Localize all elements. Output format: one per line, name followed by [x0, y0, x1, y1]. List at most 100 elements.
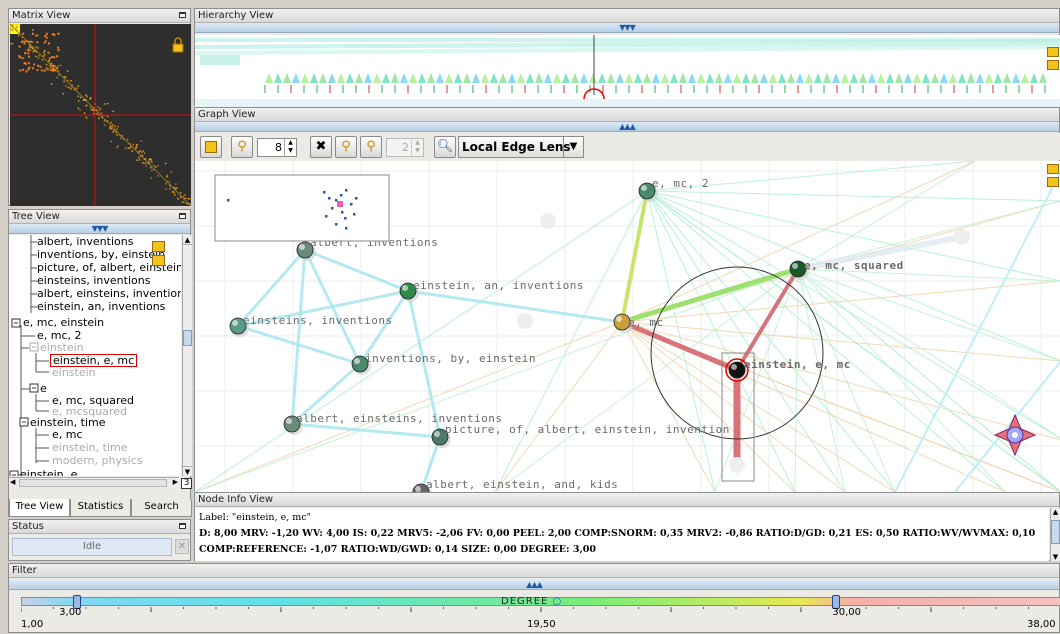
list-icon[interactable] [1047, 164, 1059, 174]
tree-vertical-scrollbar[interactable]: ▲ ▼ [182, 235, 192, 476]
hscroll-thumb[interactable] [19, 479, 167, 487]
scroll-thumb[interactable] [183, 330, 192, 346]
collapse-toggle[interactable]: ▼▼▼ [9, 224, 190, 234]
graph-view-title: Graph View [195, 108, 1059, 122]
scroll-down-icon[interactable]: ▼ [1051, 553, 1060, 561]
hierarchy-svg [195, 35, 1060, 107]
collapse-toggle[interactable]: ▲▲▲ [195, 122, 1059, 132]
matrix-canvas[interactable] [10, 24, 191, 206]
hierarchy-branches [200, 55, 1047, 93]
maximize-icon[interactable] [179, 523, 186, 529]
minimap-node [341, 211, 344, 214]
spinner-arrows-icon[interactable]: ▲▼ [411, 139, 423, 156]
scroll-up-icon[interactable]: ▲ [1051, 508, 1060, 516]
search-icon: 🔍︎ [435, 137, 455, 157]
list-button[interactable] [200, 136, 222, 158]
tab-search[interactable]: Search [131, 499, 192, 517]
tree-item[interactable]: einstein, an, inventions [37, 300, 165, 313]
lock-icon[interactable] [1047, 177, 1059, 187]
filter-slider[interactable]: DEGREE ○ 3,00 30,00 1,00 19,50 38,00 [21, 595, 1060, 634]
pin-alt-button[interactable]: ⚲ [360, 136, 382, 158]
hops-value[interactable]: 2 [402, 141, 409, 154]
tree-item[interactable]: einsteins, inventions [37, 274, 150, 287]
layout-button[interactable]: ✖ [310, 136, 332, 158]
tree-item[interactable]: einstein [52, 366, 96, 379]
tree-item[interactable]: e, mc [52, 428, 83, 441]
tree-item[interactable]: modern, physics [52, 454, 143, 467]
collapse-toggle[interactable]: ▼▼▼ [195, 23, 1059, 33]
close-icon[interactable]: ✕ [175, 539, 189, 554]
graph-node-highlight [286, 418, 292, 424]
zoom-magnify-button[interactable]: ⚲ [231, 136, 253, 158]
hops-spinner[interactable]: 2 ▲▼ [386, 138, 424, 157]
graph-node[interactable] [729, 362, 745, 378]
graph-overlay-icons[interactable] [1047, 164, 1059, 187]
scroll-right-icon[interactable]: ▶ [173, 478, 178, 486]
graph-node-label[interactable]: inventions, by, einstein [365, 352, 536, 365]
tab-statistics[interactable]: Statistics [70, 499, 131, 517]
tree-item[interactable]: inventions, by, einstein [37, 248, 165, 261]
graph-node-ghost[interactable] [540, 213, 556, 229]
depth-value[interactable]: 8 [275, 141, 282, 154]
lens-button[interactable]: 🔍︎ [434, 136, 456, 158]
tree-item[interactable]: einstein, time [52, 441, 127, 454]
hierarchy-canvas[interactable] [195, 35, 1060, 107]
minimap[interactable] [215, 175, 389, 241]
graph-node-label[interactable]: e, mc [628, 316, 664, 329]
tree-view-title: Tree View [9, 210, 190, 224]
scroll-down-icon[interactable]: ▼ [183, 466, 192, 476]
graph-canvas[interactable]: e, mc, 2albert, inventionseinstein, an, … [195, 161, 1060, 492]
tab-tree-view[interactable]: Tree View [9, 499, 70, 517]
node-info-scrollbar[interactable]: ▲ ▼ [1050, 508, 1060, 561]
scroll-thumb[interactable] [1051, 520, 1060, 544]
graph-node-highlight [354, 358, 360, 364]
tree-horizontal-scrollbar[interactable]: ◀ ▶ [9, 477, 179, 488]
graph-node-ghost[interactable] [954, 229, 970, 245]
list-icon[interactable] [152, 241, 165, 252]
tree-item[interactable]: e, mc, einstein [23, 316, 104, 329]
graph-node-label[interactable]: albert, einstein, and, kids [426, 478, 618, 491]
hierarchy-view-panel: Hierarchy View ▼▼▼ [194, 8, 1060, 106]
filter-title: Filter [9, 564, 1059, 578]
tree-item[interactable]: albert, einsteins, inventions [37, 287, 181, 300]
magnify-icon: ⚲ [232, 137, 252, 157]
depth-spinner[interactable]: 8 ▲▼ [257, 138, 297, 157]
scroll-up-icon[interactable]: ▲ [183, 235, 192, 245]
spinner-arrows-icon[interactable]: ▲▼ [284, 139, 296, 156]
lens-select[interactable]: Local Edge Lens ▼ [458, 136, 584, 158]
lock-icon[interactable] [152, 255, 165, 266]
filter-ticks [21, 607, 1060, 617]
list-icon[interactable] [1047, 47, 1059, 57]
graph-node-label[interactable]: picture, of, albert, einstein, invention [445, 423, 730, 436]
hierarchy-overlay-icons[interactable] [1047, 47, 1059, 70]
tree-page-count[interactable]: 3 [181, 478, 192, 489]
graph-node-ghost[interactable] [729, 457, 745, 473]
scroll-left-icon[interactable]: ◀ [10, 478, 15, 486]
graph-node-label[interactable]: einstein, e, mc [744, 358, 851, 371]
minimap-node [355, 197, 358, 200]
lock-icon[interactable] [1047, 60, 1059, 70]
chevron-down-icon[interactable]: ▼ [563, 137, 583, 157]
minimap-node [323, 191, 326, 194]
maximize-icon[interactable] [179, 12, 186, 18]
compass-navigation-icon[interactable] [995, 415, 1035, 455]
pin-button[interactable]: ⚲ [335, 136, 357, 158]
graph-node-label[interactable]: e, mc, squared [804, 259, 904, 272]
tree-view-title-text: Tree View [12, 211, 60, 222]
tree-item[interactable]: einstein, e [20, 468, 77, 476]
graph-node-label[interactable]: einsteins, inventions [243, 314, 393, 327]
status-panel: Status Idle ✕ [8, 519, 191, 561]
graph-node-label[interactable]: einstein, an, inventions [413, 279, 584, 292]
maximize-icon[interactable] [179, 213, 186, 219]
graph-node-label[interactable]: e, mc, 2 [652, 177, 709, 190]
tree-item[interactable]: e [40, 382, 47, 395]
graph-node-ghost[interactable] [517, 313, 533, 329]
tree-item[interactable]: einstein [40, 341, 84, 354]
tree-overlay-icons[interactable] [152, 241, 166, 271]
tree-item[interactable]: albert, inventions [37, 235, 133, 248]
matrix-view-title: Matrix View [9, 9, 190, 23]
minimap-node [325, 215, 328, 218]
collapse-toggle[interactable]: ▲▲▲ [9, 580, 1059, 590]
status-value: Idle [12, 538, 172, 556]
lock-icon[interactable] [173, 38, 183, 52]
